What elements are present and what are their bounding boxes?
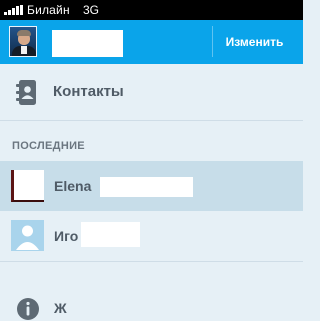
profile-header: Изменить: [0, 20, 303, 64]
name-redaction: [81, 222, 140, 247]
address-book-icon: [16, 80, 36, 105]
network-type: 3G: [83, 3, 100, 17]
placeholder-avatar-icon: [11, 220, 44, 251]
carrier-name: Билайн: [27, 3, 70, 17]
recent-item-name: Elena: [54, 178, 92, 194]
menu-item-contacts-label: Контакты: [53, 83, 124, 100]
info-icon: [17, 298, 39, 320]
recent-item-igor[interactable]: Иго: [0, 211, 303, 262]
edit-button[interactable]: Изменить: [212, 26, 296, 57]
menu-item-contacts[interactable]: Контакты: [0, 64, 303, 121]
name-redaction: [100, 177, 193, 197]
recent-item-elena[interactable]: Elena: [0, 161, 303, 211]
menu-item-bottom-label: Ж: [54, 300, 67, 316]
recent-item-name: Иго: [54, 228, 79, 244]
contact-photo: [11, 170, 44, 202]
signal-bars-icon: [4, 5, 24, 15]
menu-item-bottom[interactable]: Ж: [0, 284, 303, 320]
status-bar: Билайн 3G: [0, 0, 303, 20]
profile-avatar[interactable]: [9, 26, 37, 57]
recent-section-title: ПОСЛЕДНИЕ: [12, 140, 85, 152]
profile-name-redacted: [52, 30, 123, 57]
